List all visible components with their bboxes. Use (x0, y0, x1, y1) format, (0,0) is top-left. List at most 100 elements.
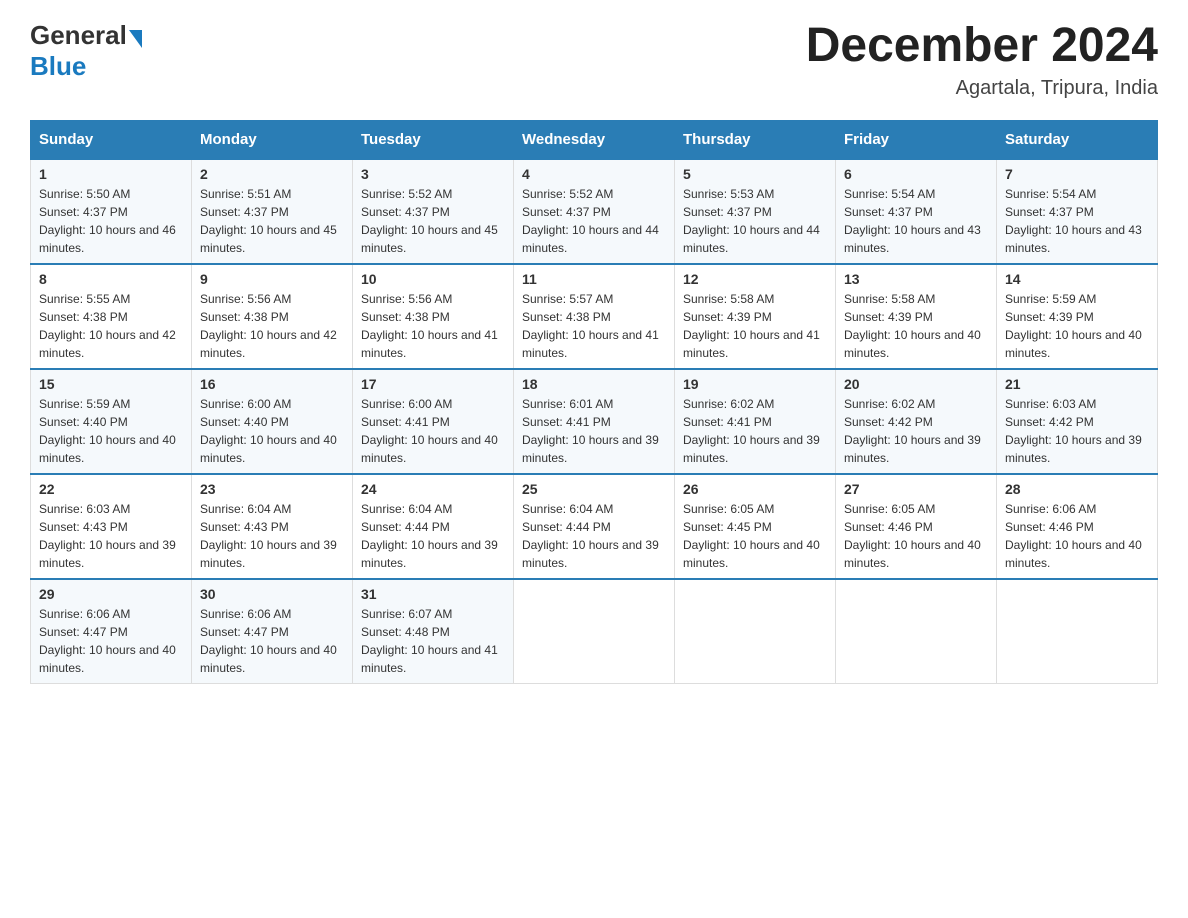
day-number: 14 (1005, 271, 1149, 287)
calendar-cell (997, 579, 1158, 684)
day-number: 2 (200, 166, 344, 182)
day-info: Sunrise: 5:59 AMSunset: 4:39 PMDaylight:… (1005, 290, 1149, 362)
day-info: Sunrise: 5:59 AMSunset: 4:40 PMDaylight:… (39, 395, 183, 467)
day-info: Sunrise: 6:07 AMSunset: 4:48 PMDaylight:… (361, 605, 505, 677)
calendar-cell: 18 Sunrise: 6:01 AMSunset: 4:41 PMDayligh… (514, 369, 675, 474)
day-number: 20 (844, 376, 988, 392)
logo-triangle-icon (129, 30, 142, 48)
col-header-monday: Monday (192, 120, 353, 159)
day-info: Sunrise: 5:50 AMSunset: 4:37 PMDaylight:… (39, 185, 183, 257)
calendar-cell: 31 Sunrise: 6:07 AMSunset: 4:48 PMDayligh… (353, 579, 514, 684)
day-number: 27 (844, 481, 988, 497)
calendar-cell: 15 Sunrise: 5:59 AMSunset: 4:40 PMDayligh… (31, 369, 192, 474)
day-info: Sunrise: 5:56 AMSunset: 4:38 PMDaylight:… (361, 290, 505, 362)
day-number: 11 (522, 271, 666, 287)
week-row-5: 29Sunrise: 6:06 AMSunset: 4:47 PMDayligh… (31, 579, 1158, 684)
calendar-cell: 6 Sunrise: 5:54 AMSunset: 4:37 PMDaylight… (836, 159, 997, 264)
calendar-cell: 8Sunrise: 5:55 AMSunset: 4:38 PMDaylight… (31, 264, 192, 369)
day-info: Sunrise: 6:01 AMSunset: 4:41 PMDaylight:… (522, 395, 666, 467)
day-info: Sunrise: 6:04 AMSunset: 4:44 PMDaylight:… (522, 500, 666, 572)
calendar-cell: 27 Sunrise: 6:05 AMSunset: 4:46 PMDayligh… (836, 474, 997, 579)
page-header: General Blue December 2024 Agartala, Tri… (30, 20, 1158, 100)
day-number: 5 (683, 166, 827, 182)
day-info: Sunrise: 6:04 AMSunset: 4:44 PMDaylight:… (361, 500, 505, 572)
day-info: Sunrise: 5:54 AMSunset: 4:37 PMDaylight:… (1005, 185, 1149, 257)
col-header-thursday: Thursday (675, 120, 836, 159)
day-number: 13 (844, 271, 988, 287)
day-info: Sunrise: 5:58 AMSunset: 4:39 PMDaylight:… (683, 290, 827, 362)
day-number: 9 (200, 271, 344, 287)
day-number: 23 (200, 481, 344, 497)
calendar-cell: 7Sunrise: 5:54 AMSunset: 4:37 PMDaylight… (997, 159, 1158, 264)
day-number: 10 (361, 271, 505, 287)
calendar-cell: 10 Sunrise: 5:56 AMSunset: 4:38 PMDayligh… (353, 264, 514, 369)
calendar-cell: 26 Sunrise: 6:05 AMSunset: 4:45 PMDayligh… (675, 474, 836, 579)
day-number: 16 (200, 376, 344, 392)
calendar-cell (675, 579, 836, 684)
day-info: Sunrise: 6:06 AMSunset: 4:46 PMDaylight:… (1005, 500, 1149, 572)
col-header-sunday: Sunday (31, 120, 192, 159)
day-info: Sunrise: 6:04 AMSunset: 4:43 PMDaylight:… (200, 500, 344, 572)
calendar-cell: 29Sunrise: 6:06 AMSunset: 4:47 PMDayligh… (31, 579, 192, 684)
logo-blue-text: Blue (30, 51, 86, 82)
calendar-cell: 13 Sunrise: 5:58 AMSunset: 4:39 PMDayligh… (836, 264, 997, 369)
day-number: 3 (361, 166, 505, 182)
calendar-header-row: SundayMondayTuesdayWednesdayThursdayFrid… (31, 120, 1158, 159)
day-info: Sunrise: 5:52 AMSunset: 4:37 PMDaylight:… (522, 185, 666, 257)
day-info: Sunrise: 6:00 AMSunset: 4:41 PMDaylight:… (361, 395, 505, 467)
day-info: Sunrise: 6:06 AMSunset: 4:47 PMDaylight:… (39, 605, 183, 677)
week-row-1: 1Sunrise: 5:50 AMSunset: 4:37 PMDaylight… (31, 159, 1158, 264)
day-info: Sunrise: 6:00 AMSunset: 4:40 PMDaylight:… (200, 395, 344, 467)
calendar-table: SundayMondayTuesdayWednesdayThursdayFrid… (30, 120, 1158, 684)
day-number: 21 (1005, 376, 1149, 392)
day-info: Sunrise: 6:02 AMSunset: 4:42 PMDaylight:… (844, 395, 988, 467)
calendar-cell: 19 Sunrise: 6:02 AMSunset: 4:41 PMDayligh… (675, 369, 836, 474)
calendar-cell (514, 579, 675, 684)
calendar-cell: 2 Sunrise: 5:51 AMSunset: 4:37 PMDaylight… (192, 159, 353, 264)
calendar-cell: 23 Sunrise: 6:04 AMSunset: 4:43 PMDayligh… (192, 474, 353, 579)
calendar-cell: 21Sunrise: 6:03 AMSunset: 4:42 PMDayligh… (997, 369, 1158, 474)
calendar-cell: 22 Sunrise: 6:03 AMSunset: 4:43 PMDayligh… (31, 474, 192, 579)
calendar-cell: 12Sunrise: 5:58 AMSunset: 4:39 PMDayligh… (675, 264, 836, 369)
day-number: 30 (200, 586, 344, 602)
calendar-cell (836, 579, 997, 684)
day-info: Sunrise: 5:54 AMSunset: 4:37 PMDaylight:… (844, 185, 988, 257)
title-section: December 2024 Agartala, Tripura, India (806, 20, 1158, 100)
day-info: Sunrise: 5:57 AMSunset: 4:38 PMDaylight:… (522, 290, 666, 362)
day-number: 15 (39, 376, 183, 392)
calendar-subtitle: Agartala, Tripura, India (806, 77, 1158, 100)
calendar-cell: 1Sunrise: 5:50 AMSunset: 4:37 PMDaylight… (31, 159, 192, 264)
day-info: Sunrise: 6:02 AMSunset: 4:41 PMDaylight:… (683, 395, 827, 467)
week-row-4: 22 Sunrise: 6:03 AMSunset: 4:43 PMDayligh… (31, 474, 1158, 579)
day-number: 8 (39, 271, 183, 287)
day-number: 24 (361, 481, 505, 497)
day-info: Sunrise: 6:03 AMSunset: 4:43 PMDaylight:… (39, 500, 183, 572)
day-info: Sunrise: 6:05 AMSunset: 4:45 PMDaylight:… (683, 500, 827, 572)
calendar-cell: 9 Sunrise: 5:56 AMSunset: 4:38 PMDaylight… (192, 264, 353, 369)
day-number: 18 (522, 376, 666, 392)
calendar-cell: 20 Sunrise: 6:02 AMSunset: 4:42 PMDayligh… (836, 369, 997, 474)
day-number: 22 (39, 481, 183, 497)
day-info: Sunrise: 5:56 AMSunset: 4:38 PMDaylight:… (200, 290, 344, 362)
day-number: 19 (683, 376, 827, 392)
week-row-3: 15 Sunrise: 5:59 AMSunset: 4:40 PMDayligh… (31, 369, 1158, 474)
day-number: 26 (683, 481, 827, 497)
week-row-2: 8Sunrise: 5:55 AMSunset: 4:38 PMDaylight… (31, 264, 1158, 369)
day-info: Sunrise: 5:58 AMSunset: 4:39 PMDaylight:… (844, 290, 988, 362)
day-info: Sunrise: 6:05 AMSunset: 4:46 PMDaylight:… (844, 500, 988, 572)
day-number: 31 (361, 586, 505, 602)
calendar-cell: 3Sunrise: 5:52 AMSunset: 4:37 PMDaylight… (353, 159, 514, 264)
calendar-cell: 25Sunrise: 6:04 AMSunset: 4:44 PMDayligh… (514, 474, 675, 579)
col-header-friday: Friday (836, 120, 997, 159)
day-info: Sunrise: 5:51 AMSunset: 4:37 PMDaylight:… (200, 185, 344, 257)
col-header-wednesday: Wednesday (514, 120, 675, 159)
calendar-cell: 28 Sunrise: 6:06 AMSunset: 4:46 PMDayligh… (997, 474, 1158, 579)
logo-general-text: General (30, 20, 127, 51)
day-info: Sunrise: 6:06 AMSunset: 4:47 PMDaylight:… (200, 605, 344, 677)
day-number: 4 (522, 166, 666, 182)
day-number: 28 (1005, 481, 1149, 497)
calendar-cell: 17Sunrise: 6:00 AMSunset: 4:41 PMDayligh… (353, 369, 514, 474)
day-number: 6 (844, 166, 988, 182)
col-header-tuesday: Tuesday (353, 120, 514, 159)
calendar-title: December 2024 (806, 20, 1158, 73)
